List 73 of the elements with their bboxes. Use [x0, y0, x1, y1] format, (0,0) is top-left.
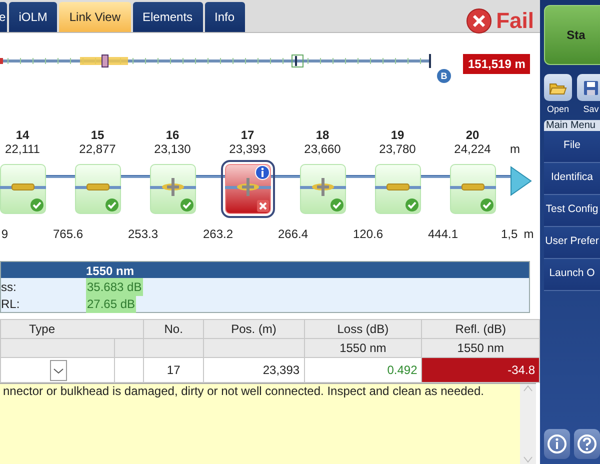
help-button[interactable] [574, 429, 600, 459]
span-length: 444.1 [426, 226, 459, 243]
event-position: 23,660 [304, 142, 341, 157]
span-length: 9 [0, 226, 9, 243]
menu-item[interactable]: File [544, 130, 600, 162]
event-position: 23,780 [379, 142, 416, 157]
tab[interactable]: Elements [132, 2, 203, 32]
span-length: 266.4 [276, 226, 309, 243]
event-number: 14 [16, 128, 30, 142]
scroll-down-icon[interactable] [523, 456, 533, 464]
event-position: 22,111 [5, 142, 40, 157]
event-position: 22,877 [79, 142, 116, 157]
event-card[interactable] [450, 164, 496, 214]
tab[interactable]: iOLM [8, 2, 58, 32]
summary-value: 35.683 dB [86, 278, 143, 296]
event-card[interactable] [300, 164, 346, 214]
table-cell: 0.492 [304, 358, 422, 382]
table-cell: -34.8 [422, 358, 540, 382]
tab[interactable]: Info [204, 2, 245, 32]
help-icon [577, 434, 597, 454]
span-length: 253.3 [126, 226, 159, 243]
check-icon [30, 198, 44, 212]
span-length: 263.2 [202, 226, 234, 243]
event-number: 20 [466, 128, 480, 142]
unit-label: m [524, 226, 534, 243]
event-number: 16 [166, 128, 180, 142]
tab[interactable]: Link View [59, 2, 130, 32]
event-position: 23,393 [229, 142, 266, 157]
scroll-up-icon[interactable] [523, 384, 533, 392]
event-position: 24,224 [454, 142, 491, 157]
summary-label: RL: [1, 296, 21, 312]
column-header: 1550 nm [86, 263, 134, 278]
summary-label: ss: [1, 278, 18, 296]
unit-label: m [510, 142, 520, 157]
column-header: Refl. (dB) [422, 320, 540, 338]
arrow-icon [510, 166, 532, 196]
error-icon [256, 200, 268, 212]
comment-text: nnector or bulkhead is damaged, dirty or not well connected. Inspect and clean as needed. [2, 384, 485, 400]
check-icon [104, 198, 118, 212]
column-header: Type [0, 320, 144, 338]
info-button[interactable] [544, 429, 570, 459]
start-button[interactable]: Sta [544, 5, 600, 65]
distance-label: 151,519 m [463, 54, 530, 74]
span-length: 1,5 [500, 226, 518, 243]
span-length: 120.6 [352, 226, 384, 243]
menu-item[interactable]: Test Config [544, 194, 600, 226]
check-icon [404, 198, 418, 212]
marker-badge: B [437, 69, 451, 83]
column-header: Pos. (m) [203, 320, 304, 338]
menu-item[interactable]: Launch O [544, 258, 600, 290]
event-number: 17 [240, 128, 254, 142]
event-card[interactable] [374, 164, 420, 214]
scrollbar[interactable] [520, 384, 536, 464]
column-header: Loss (dB) [304, 320, 422, 338]
table-cell: 23,393 [203, 358, 304, 382]
event-number: 18 [316, 128, 330, 142]
verdict-label: Fail [496, 7, 534, 35]
check-icon [330, 198, 344, 212]
event-number: 15 [90, 128, 104, 142]
event-number: 19 [390, 128, 404, 142]
event-position: 23,130 [154, 142, 191, 157]
summary-value: 27.65 dB [86, 294, 136, 312]
check-icon [180, 198, 194, 212]
event-card[interactable] [74, 164, 120, 214]
check-icon [480, 198, 494, 212]
event-card[interactable] [150, 164, 196, 214]
menu-item[interactable]: User Prefer [544, 226, 600, 258]
span-length: 765.6 [52, 226, 84, 243]
info-icon [547, 434, 567, 454]
menu-title: Main Menu [544, 120, 600, 130]
menu-item[interactable]: Identifica [544, 162, 600, 194]
event-card[interactable] [0, 164, 46, 214]
table-cell: 17 [144, 358, 204, 382]
